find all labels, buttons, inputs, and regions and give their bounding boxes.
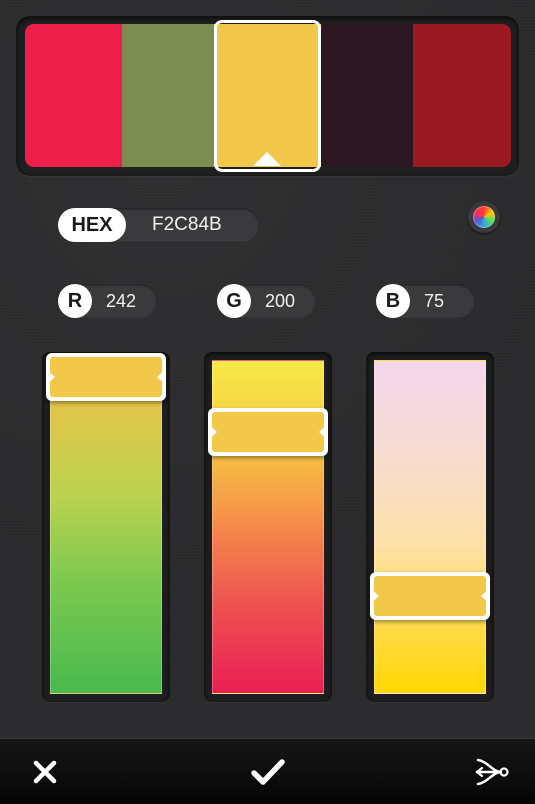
green-slider-handle[interactable] <box>208 408 328 456</box>
hex-field[interactable]: HEX F2C84B <box>58 208 259 242</box>
swatch-1[interactable] <box>25 24 122 167</box>
red-value[interactable]: 242 <box>106 291 136 312</box>
cancel-button[interactable] <box>5 739 85 804</box>
blue-value[interactable]: 75 <box>424 291 444 312</box>
share-icon <box>475 758 509 785</box>
red-slider[interactable] <box>42 352 170 702</box>
blue-label: B <box>376 284 410 318</box>
red-gradient[interactable] <box>50 360 162 694</box>
checkmark-icon <box>251 758 285 785</box>
red-label: R <box>58 284 92 318</box>
red-field[interactable]: R 242 <box>58 284 157 318</box>
confirm-button[interactable] <box>228 739 308 804</box>
green-label: G <box>217 284 251 318</box>
color-picker-screen: HEX F2C84B R 242 G 200 B 75 <box>0 0 535 804</box>
close-icon <box>33 760 57 783</box>
swatch-3[interactable] <box>214 24 321 167</box>
blue-gradient[interactable] <box>374 360 486 694</box>
palette <box>25 24 511 167</box>
green-slider[interactable] <box>204 352 332 702</box>
swatch-2[interactable] <box>122 24 214 167</box>
swatch-4[interactable] <box>321 24 413 167</box>
color-wheel-button[interactable] <box>468 201 500 233</box>
color-wheel-icon <box>473 206 495 228</box>
green-value[interactable]: 200 <box>265 291 295 312</box>
blue-field[interactable]: B 75 <box>376 284 475 318</box>
green-field[interactable]: G 200 <box>217 284 316 318</box>
swatch-5[interactable] <box>413 24 511 167</box>
bottom-toolbar <box>0 738 535 804</box>
hex-value[interactable]: F2C84B <box>152 214 222 236</box>
blue-slider[interactable] <box>366 352 494 702</box>
red-slider-handle[interactable] <box>46 353 166 401</box>
share-button[interactable] <box>451 739 531 804</box>
selected-swatch-pointer <box>253 152 281 166</box>
hex-label: HEX <box>58 208 126 242</box>
blue-slider-handle[interactable] <box>370 572 490 620</box>
